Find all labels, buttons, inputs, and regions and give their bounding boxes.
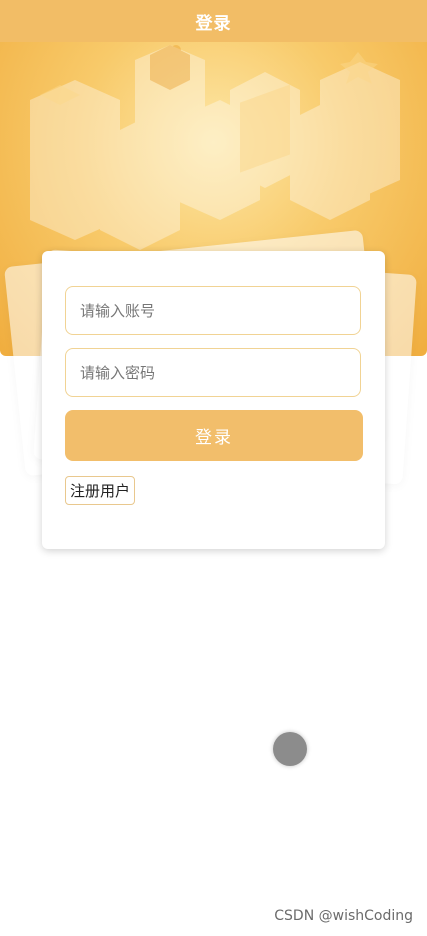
page-title: 登录 [195,13,232,34]
navigation-bar: 登录 [0,0,427,42]
password-input[interactable] [66,349,360,396]
password-field[interactable] [65,348,361,397]
login-card: 登录 注册用户 [42,251,385,549]
account-input[interactable] [66,287,360,334]
register-user-button[interactable]: 注册用户 [65,476,136,505]
watermark: CSDN @wishCoding [274,908,413,924]
touch-indicator [273,732,307,766]
login-button[interactable]: 登录 [65,410,363,461]
login-page: 登录 登录 注册用户 CSDN @wishCoding [0,0,427,936]
account-field[interactable] [65,286,361,335]
